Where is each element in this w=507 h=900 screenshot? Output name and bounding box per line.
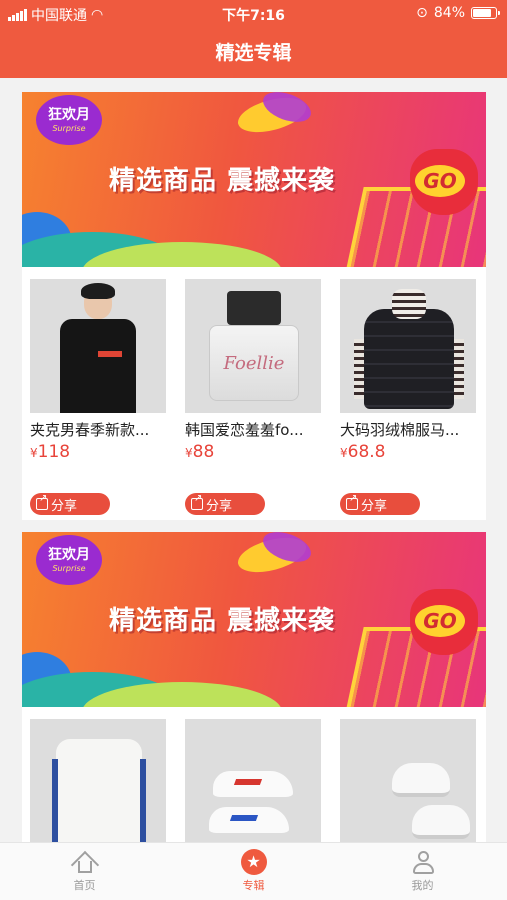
album-card: 狂欢月 Surprise 精选商品 震撼来袭 GO 夹克男春季新款... ¥11… — [22, 92, 486, 520]
banner-headline: 精选商品 震撼来袭 — [108, 606, 336, 636]
product-card[interactable] — [30, 719, 168, 842]
product-price: ¥88 — [185, 442, 215, 462]
share-button[interactable]: 分享 — [185, 493, 265, 515]
orientation-lock-icon: ⊙ — [416, 5, 428, 21]
festival-logo: 狂欢月 Surprise — [36, 535, 102, 585]
album-card: 狂欢月 Surprise 精选商品 震撼来袭 GO — [22, 532, 486, 842]
tab-label: 专辑 — [242, 879, 265, 892]
product-card[interactable] — [340, 719, 478, 842]
star-icon: ★ — [240, 849, 267, 875]
share-button[interactable]: 分享 — [30, 493, 110, 515]
product-card[interactable]: 夹克男春季新款... ¥118 分享 — [30, 279, 168, 515]
tab-profile[interactable]: 我的 — [338, 843, 507, 900]
battery-percentage: 84% — [433, 5, 465, 21]
product-name: 大码羽绒棉服马... — [340, 421, 460, 439]
tab-label: 我的 — [411, 879, 434, 892]
tab-albums[interactable]: ★ 专辑 — [169, 843, 338, 900]
go-badge[interactable]: GO — [410, 589, 478, 655]
share-icon — [346, 493, 358, 510]
product-card[interactable] — [185, 719, 323, 842]
page-title: 精选专辑 — [0, 28, 507, 78]
product-image[interactable] — [340, 719, 476, 842]
home-icon — [70, 849, 99, 880]
album-banner[interactable]: 狂欢月 Surprise 精选商品 震撼来袭 GO — [22, 532, 486, 707]
banner-headline: 精选商品 震撼来袭 — [108, 166, 336, 196]
product-card[interactable]: 大码羽绒棉服马... ¥68.8 分享 — [340, 279, 478, 515]
tab-bar: 首页 ★ 专辑 我的 — [0, 842, 507, 900]
user-icon — [410, 849, 436, 875]
product-card[interactable]: Foellie 韩国爱恋羞羞fo... ¥88 分享 — [185, 279, 323, 515]
share-icon — [191, 493, 203, 510]
product-price: ¥118 — [30, 442, 71, 462]
tab-home[interactable]: 首页 — [0, 843, 169, 900]
product-image[interactable] — [30, 279, 166, 413]
product-image[interactable] — [30, 719, 166, 842]
festival-logo: 狂欢月 Surprise — [36, 95, 102, 145]
battery-icon — [471, 7, 500, 19]
product-image[interactable] — [185, 719, 321, 842]
product-image[interactable]: Foellie — [185, 279, 321, 413]
product-image[interactable] — [340, 279, 476, 413]
product-price: ¥68.8 — [340, 442, 386, 462]
product-name: 韩国爱恋羞羞fo... — [185, 421, 304, 439]
share-icon — [36, 493, 48, 510]
product-name: 夹克男春季新款... — [30, 421, 150, 439]
album-banner[interactable]: 狂欢月 Surprise 精选商品 震撼来袭 GO — [22, 92, 486, 267]
album-list[interactable]: 狂欢月 Surprise 精选商品 震撼来袭 GO 夹克男春季新款... ¥11… — [0, 78, 507, 842]
status-bar: 中国联通 ◠ 下午7:16 ⊙ 84% — [0, 0, 507, 28]
go-badge[interactable]: GO — [410, 149, 478, 215]
share-button[interactable]: 分享 — [340, 493, 420, 515]
